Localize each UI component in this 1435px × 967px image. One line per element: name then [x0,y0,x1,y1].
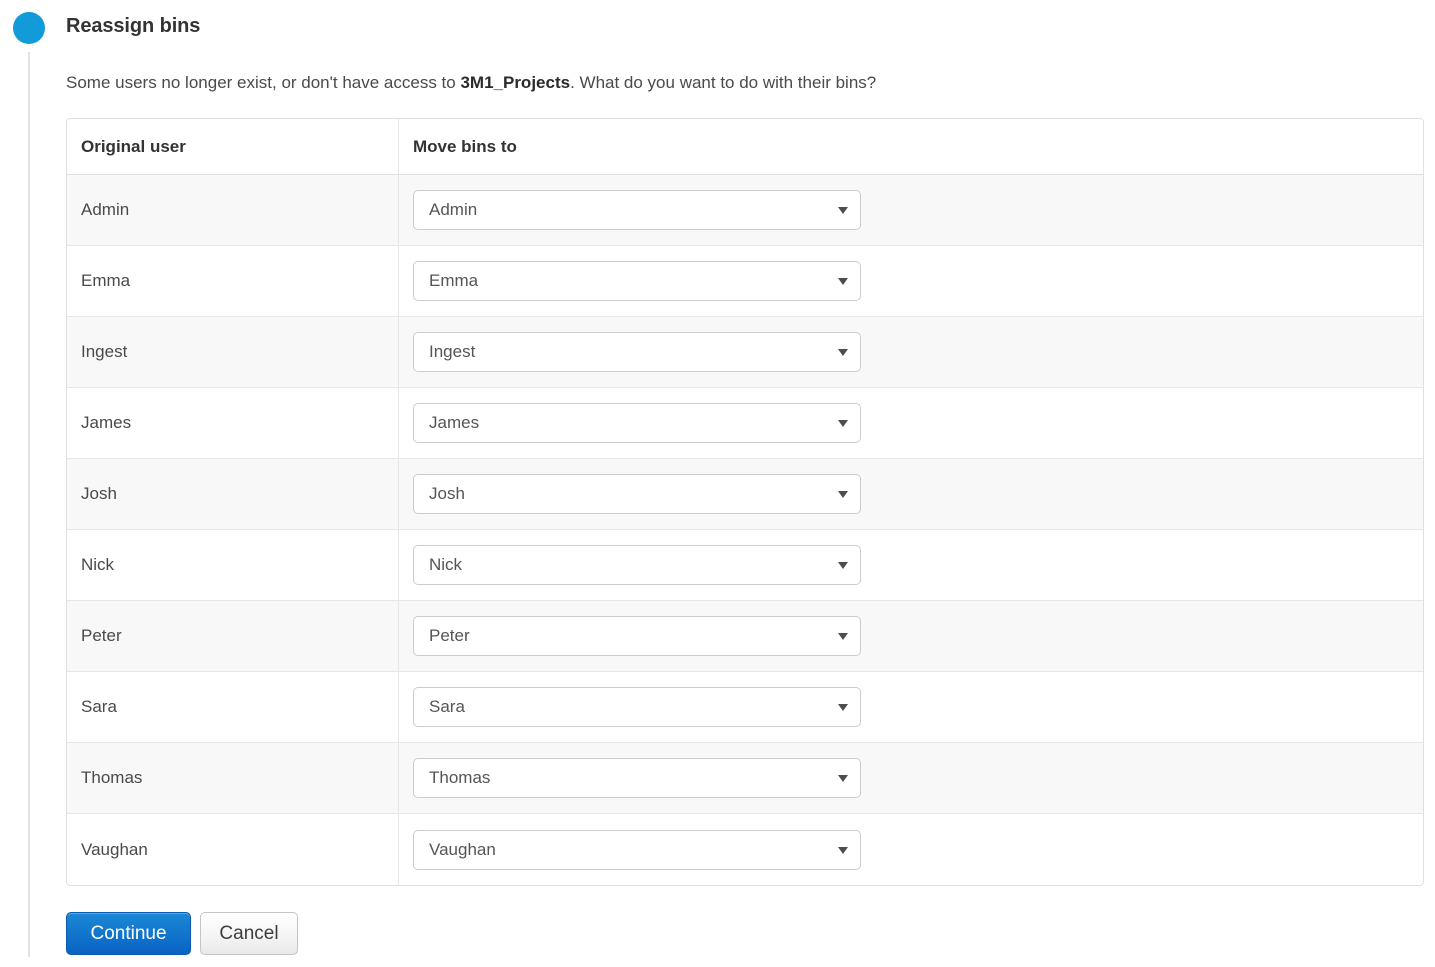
target-user-select[interactable]: Emma [413,261,861,301]
target-user-select[interactable]: Vaughan [413,829,861,870]
reassign-table: Original user Move bins to Admin Admin Emm… [66,118,1424,886]
target-user-select-value[interactable]: James [413,403,861,443]
cell-original-user: Nick [67,530,399,601]
table-row: Emma Emma [67,246,1423,317]
cell-move-bins-to: Admin [399,175,1423,246]
target-user-select-value[interactable]: Nick [413,545,861,585]
target-user-select[interactable]: Admin [413,190,861,230]
cell-move-bins-to: Ingest [399,317,1423,388]
target-user-select[interactable]: Sara [413,687,861,727]
table-header-row: Original user Move bins to [67,119,1423,175]
column-header-move-bins-to: Move bins to [399,119,1423,175]
reassign-table-container: Original user Move bins to Admin Admin Emm… [66,118,1424,886]
table-row: Vaughan Vaughan [67,814,1423,885]
column-header-original-user: Original user [67,119,399,175]
cell-original-user: Josh [67,459,399,530]
target-user-select-value[interactable]: Peter [413,616,861,656]
table-row: Admin Admin [67,175,1423,246]
target-user-select-value[interactable]: Vaughan [413,829,861,870]
target-user-select-value[interactable]: Emma [413,261,861,301]
table-row: Ingest Ingest [67,317,1423,388]
cell-original-user: Vaughan [67,814,399,885]
reassign-bins-page: Reassign bins Some users no longer exist… [0,0,1435,967]
page-title: Reassign bins [66,15,201,37]
target-user-select-value[interactable]: Thomas [413,758,861,798]
cell-move-bins-to: Vaughan [399,814,1423,885]
step-connector-rail [28,52,30,957]
target-user-select[interactable]: James [413,403,861,443]
target-user-select-value[interactable]: Josh [413,474,861,514]
table-row: Nick Nick [67,530,1423,601]
target-user-select-value[interactable]: Admin [413,190,861,230]
intro-description: Some users no longer exist, or don't hav… [66,56,1435,95]
intro-text-before: Some users no longer exist, or don't hav… [66,73,461,92]
target-user-select[interactable]: Peter [413,616,861,656]
step-header: Reassign bins [0,0,1435,56]
intro-emphasis-project: 3M1_Projects [460,73,571,92]
cell-move-bins-to: Nick [399,530,1423,601]
cell-move-bins-to: Peter [399,601,1423,672]
target-user-select-value[interactable]: Ingest [413,332,861,372]
action-button-row: Continue Cancel [66,912,1435,956]
table-row: Sara Sara [67,672,1423,743]
table-body: Admin Admin Emma Emma Ingest Ingest James James… [67,175,1423,885]
cancel-button[interactable]: Cancel [200,912,298,955]
cell-original-user: Admin [67,175,399,246]
step-bullet-icon [13,12,45,44]
intro-text-after: . What do you want to do with their bins… [570,73,877,92]
step-body: Some users no longer exist, or don't hav… [66,56,1435,956]
table-row: Josh Josh [67,459,1423,530]
cell-original-user: Peter [67,601,399,672]
cell-original-user: Emma [67,246,399,317]
table-row: Peter Peter [67,601,1423,672]
table-head: Original user Move bins to [67,119,1423,175]
cell-move-bins-to: Sara [399,672,1423,743]
cell-original-user: Ingest [67,317,399,388]
cell-original-user: Sara [67,672,399,743]
cell-move-bins-to: James [399,388,1423,459]
target-user-select[interactable]: Ingest [413,332,861,372]
target-user-select[interactable]: Thomas [413,758,861,798]
cell-move-bins-to: Emma [399,246,1423,317]
cell-original-user: James [67,388,399,459]
table-row: James James [67,388,1423,459]
target-user-select-value[interactable]: Sara [413,687,861,727]
target-user-select[interactable]: Nick [413,545,861,585]
target-user-select[interactable]: Josh [413,474,861,514]
cell-original-user: Thomas [67,743,399,814]
table-row: Thomas Thomas [67,743,1423,814]
continue-button[interactable]: Continue [66,912,191,955]
cell-move-bins-to: Josh [399,459,1423,530]
cell-move-bins-to: Thomas [399,743,1423,814]
